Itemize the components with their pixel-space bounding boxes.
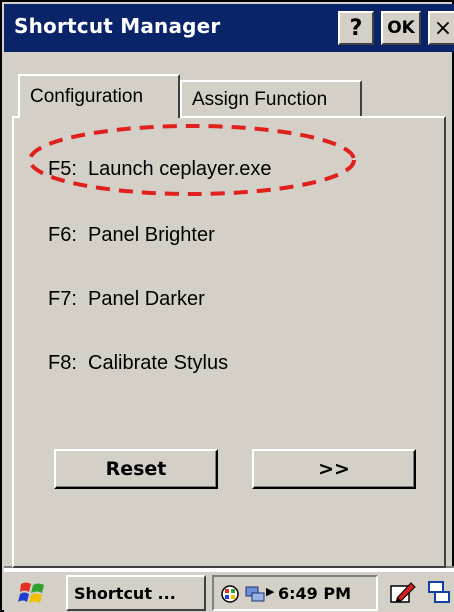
tab-assign-function[interactable]: Assign Function	[180, 80, 362, 118]
taskbar: Shortcut ... ▶ 6:49 PM	[4, 570, 454, 612]
sip-keyboard-icon	[390, 582, 416, 603]
tab-assign-function-label: Assign Function	[192, 89, 328, 110]
tray-arrow-icon: ▶	[266, 586, 275, 598]
taskbar-shortcut-manager-button[interactable]: Shortcut ...	[66, 575, 206, 611]
sip-keyboard-button[interactable]	[386, 576, 420, 610]
shortcut-action: Panel Brighter	[88, 224, 215, 246]
reset-button[interactable]: Reset	[54, 449, 218, 489]
ok-button[interactable]: OK	[381, 11, 421, 45]
task-label: Shortcut ...	[74, 583, 176, 603]
shortcut-f5: F5: Launch ceplayer.exe	[48, 158, 272, 181]
shortcut-action: Launch ceplayer.exe	[88, 158, 272, 180]
network-icon[interactable]	[220, 584, 240, 604]
configuration-panel	[12, 116, 446, 568]
shortcut-f8: F8: Calibrate Stylus	[48, 352, 228, 375]
shortcut-key: F7:	[48, 288, 77, 310]
system-tray: ▶ 6:49 PM	[212, 575, 378, 611]
shortcut-f7: F7: Panel Darker	[48, 288, 205, 311]
close-button[interactable]: ×	[428, 11, 454, 45]
desktop-button[interactable]	[424, 576, 454, 610]
start-button[interactable]	[10, 576, 56, 610]
help-button[interactable]: ?	[338, 11, 374, 45]
windows-start-icon	[18, 582, 44, 603]
window-title: Shortcut Manager	[14, 14, 221, 38]
shortcut-action: Calibrate Stylus	[88, 352, 229, 374]
next-button[interactable]: >>	[252, 449, 416, 489]
desktop-icon	[428, 581, 450, 603]
shortcut-f6: F6: Panel Brighter	[48, 224, 215, 247]
connection-icon[interactable]	[244, 584, 266, 604]
shortcut-key: F5:	[48, 158, 77, 180]
tab-configuration[interactable]: Configuration	[18, 74, 180, 118]
shortcut-key: F8:	[48, 352, 77, 374]
title-bar: Shortcut Manager ? OK ×	[4, 4, 454, 52]
shortcut-action: Panel Darker	[88, 288, 205, 310]
shortcut-key: F6:	[48, 224, 77, 246]
device-frame: Shortcut Manager ? OK × Configuration As…	[0, 0, 454, 612]
clock[interactable]: 6:49 PM	[278, 584, 351, 603]
tab-configuration-label: Configuration	[30, 86, 144, 107]
